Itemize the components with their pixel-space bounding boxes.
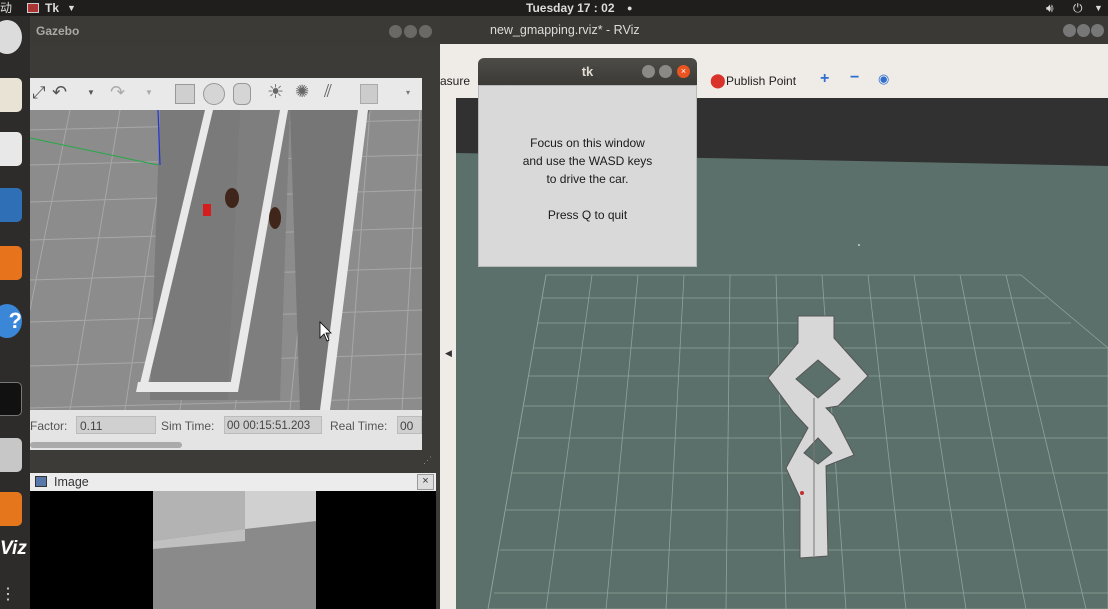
horizontal-scrollbar[interactable] [30, 442, 182, 448]
tk-instruction-line: to drive the car. [546, 172, 629, 186]
box-shape-icon[interactable] [175, 84, 195, 104]
resize-grip-icon[interactable]: ⋰ [423, 455, 432, 466]
translate-icon[interactable]: ⤢ [32, 83, 46, 103]
maximize-icon[interactable] [1077, 24, 1090, 37]
maximize-icon[interactable] [404, 25, 417, 38]
top-panel: 动 Tk ▼ Tuesday 17 : 02 ● 🔊︎ ⏻ ▼ [0, 0, 1108, 16]
more-icon[interactable]: ⋮ [0, 584, 16, 604]
camera-image [30, 491, 436, 609]
factor-field[interactable]: 0.11 [76, 416, 156, 434]
chevron-down-icon[interactable]: ▼ [87, 88, 95, 97]
tk-instruction-line: Focus on this window [530, 136, 645, 150]
gazebo-world [30, 110, 422, 410]
close-icon[interactable]: × [677, 65, 690, 78]
sim-time-label: Sim Time: [161, 419, 215, 433]
power-icon[interactable]: ⏻ [1073, 0, 1083, 16]
tk-titlebar[interactable]: tk × [478, 58, 697, 85]
real-time-label: Real Time: [330, 419, 388, 433]
tk-instruction-line: and use the WASD keys [522, 154, 653, 168]
help-icon[interactable]: ? [0, 304, 22, 338]
image-window-icon [35, 476, 47, 487]
rviz-launcher-label[interactable]: Viz [0, 538, 27, 560]
music-icon[interactable] [0, 132, 22, 166]
minimize-icon[interactable] [389, 25, 402, 38]
robot-marker [800, 491, 804, 495]
real-time-field[interactable]: 00 0 [397, 416, 422, 434]
writer-icon[interactable] [0, 188, 22, 222]
redo-icon[interactable]: ↷ [110, 82, 125, 103]
minimize-icon[interactable] [1063, 24, 1076, 37]
activities-partial[interactable]: 动 [0, 0, 12, 16]
minus-icon[interactable]: − [850, 69, 859, 87]
chevron-down-icon[interactable]: ▼ [145, 88, 153, 97]
rviz-titlebar[interactable]: new_gmapping.rviz* - RViz [440, 16, 1108, 44]
sim-time-field[interactable]: 00 00:15:51.203 [224, 416, 322, 434]
cone-obstacle [225, 188, 239, 208]
gazebo-window-title: Gazebo [36, 24, 80, 38]
image-titlebar[interactable]: Image × [30, 473, 436, 492]
chevron-down-icon[interactable]: ▾ [406, 88, 410, 97]
point-light-icon[interactable]: ☀ [267, 81, 284, 104]
layers-icon[interactable] [0, 492, 22, 526]
app-menu-tk[interactable]: Tk [45, 0, 59, 16]
gazebo-status-bar: Factor: 0.11 Sim Time: 00 00:15:51.203 R… [30, 410, 422, 450]
terminal-icon[interactable] [0, 382, 22, 416]
image-window-title: Image [54, 475, 89, 489]
maximize-icon[interactable] [659, 65, 672, 78]
spot-light-icon[interactable]: ✺ [295, 82, 309, 102]
gazebo-toolbar: ⤢ ↶ ▼ ↷ ▼ ☀ ✺ ⫽ ▾ [30, 78, 422, 111]
copy-icon[interactable] [360, 84, 378, 104]
tk-quit-hint: Press Q to quit [547, 208, 628, 222]
chevron-down-icon[interactable]: ▼ [1094, 0, 1103, 16]
gazebo-3d-scene[interactable] [30, 110, 422, 410]
chevron-down-icon[interactable]: ▼ [67, 0, 76, 16]
cylinder-shape-icon[interactable] [233, 83, 251, 105]
tk-body[interactable]: Focus on this window and use the WASD ke… [478, 85, 697, 267]
files-icon[interactable] [0, 78, 22, 112]
publish-point-button[interactable]: Publish Point [726, 74, 796, 88]
undo-icon[interactable]: ↶ [52, 82, 67, 103]
volume-icon[interactable]: 🔊︎ [1046, 0, 1054, 16]
close-icon[interactable] [419, 25, 432, 38]
chevron-left-icon[interactable]: ◀ [445, 348, 452, 359]
gazebo-titlebar[interactable]: Gazebo [30, 16, 440, 46]
measure-button[interactable]: asure [440, 74, 470, 88]
plus-icon[interactable]: + [820, 70, 829, 88]
car-model [203, 204, 211, 216]
rviz-window-title: new_gmapping.rviz* - RViz [490, 23, 640, 37]
close-icon[interactable] [1091, 24, 1104, 37]
tk-app-icon [27, 3, 39, 13]
factor-label: Factor: [30, 419, 68, 433]
close-icon[interactable]: × [417, 474, 434, 490]
sphere-shape-icon[interactable] [203, 83, 225, 105]
browser-icon[interactable] [0, 20, 22, 54]
map-pin-icon: ⬤ [710, 72, 726, 88]
gazebo-launcher-icon[interactable] [0, 438, 22, 472]
eye-icon[interactable]: ◉ [878, 71, 889, 87]
launcher: ? Viz ⋮ [0, 16, 30, 609]
minimize-icon[interactable] [642, 65, 655, 78]
notification-dot: ● [627, 3, 633, 13]
rviz-panel-collapse-strip[interactable]: ◀ [440, 98, 456, 609]
directional-light-icon[interactable]: ⫽ [324, 81, 332, 102]
clock[interactable]: Tuesday 17 : 02 [526, 0, 615, 16]
software-center-icon[interactable] [0, 246, 22, 280]
